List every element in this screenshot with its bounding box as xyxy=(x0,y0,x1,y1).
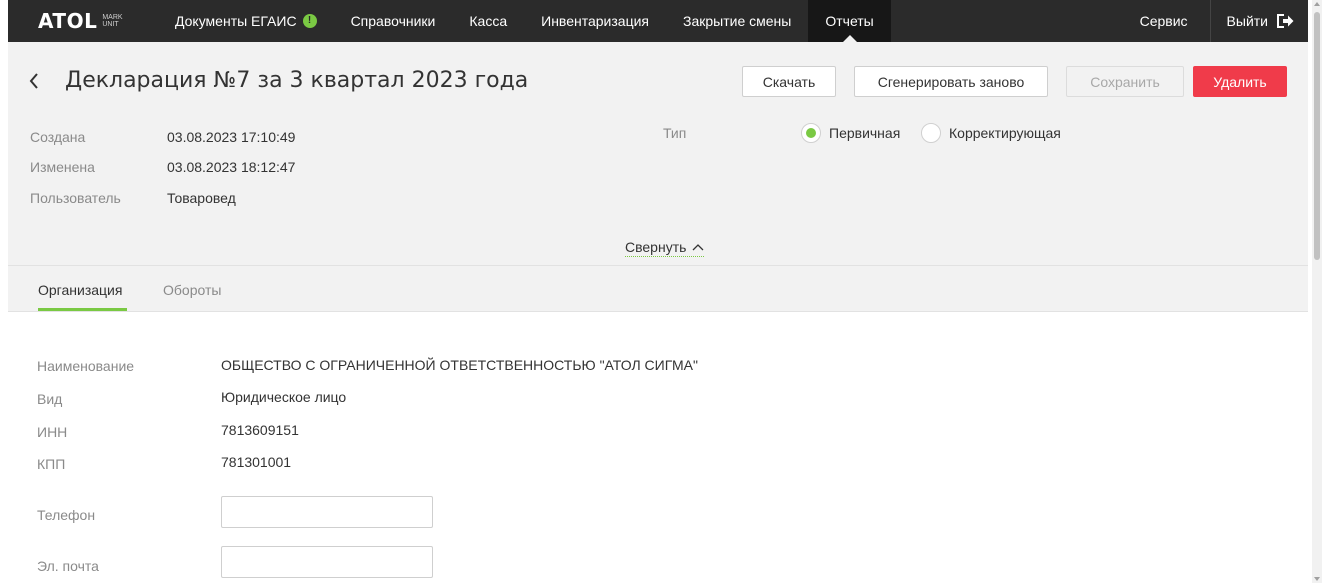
nav-item-label: Документы ЕГАИС xyxy=(175,13,297,29)
kind-value: Юридическое лицо xyxy=(221,389,347,405)
created-value: 03.08.2023 17:10:49 xyxy=(167,129,296,145)
modified-value: 03.08.2023 18:12:47 xyxy=(167,159,296,175)
logout-icon xyxy=(1276,13,1294,29)
collapse-label: Свернуть xyxy=(625,239,687,255)
kpp-label: КПП xyxy=(37,456,66,472)
delete-button[interactable]: Удалить xyxy=(1193,66,1287,97)
nav-item-reports[interactable]: Отчеты xyxy=(808,0,891,42)
tab-organization[interactable]: Организация xyxy=(38,282,122,298)
radio-primary[interactable]: Первичная xyxy=(801,123,900,143)
inn-label: ИНН xyxy=(37,424,68,440)
modified-label: Изменена xyxy=(30,159,95,175)
nav-item-cashbox[interactable]: Касса xyxy=(452,0,524,42)
chevron-up-icon xyxy=(692,243,704,251)
radio-label: Корректирующая xyxy=(949,125,1061,141)
nav-item-label: Сервис xyxy=(1139,13,1188,29)
logo-subtitle: MARK UNIT xyxy=(102,14,123,28)
inn-value: 7813609151 xyxy=(221,422,299,438)
logout-button[interactable]: Выйти xyxy=(1211,0,1308,42)
user-label: Пользователь xyxy=(30,190,121,206)
email-label: Эл. почта xyxy=(37,558,99,574)
created-label: Создана xyxy=(30,129,86,145)
logout-label: Выйти xyxy=(1226,13,1268,29)
active-tab-indicator xyxy=(38,308,127,311)
save-button[interactable]: Сохранить xyxy=(1066,66,1184,97)
scroll-thumb[interactable] xyxy=(1314,12,1320,260)
phone-label: Телефон xyxy=(37,507,96,523)
nav-item-label: Отчеты xyxy=(825,13,874,29)
email-input[interactable] xyxy=(221,546,433,578)
logo-mark: ATOL xyxy=(38,9,98,33)
tab-turnover[interactable]: Обороты xyxy=(163,282,221,298)
tab-bar: Организация Обороты xyxy=(8,266,1308,312)
nav-item-label: Касса xyxy=(469,13,508,29)
collapse-toggle[interactable]: Свернуть xyxy=(625,239,705,257)
kind-label: Вид xyxy=(37,391,63,407)
nav-item-label: Инвентаризация xyxy=(541,13,649,29)
nav-item-label: Закрытие смены xyxy=(683,13,792,29)
type-label: Тип xyxy=(663,125,687,141)
nav-item-label: Справочники xyxy=(350,13,436,29)
nav-item-service[interactable]: Сервис xyxy=(1118,0,1210,42)
radio-corrective[interactable]: Корректирующая xyxy=(921,123,1061,143)
scroll-up-icon[interactable] xyxy=(1314,2,1320,6)
nav-item-directories[interactable]: Справочники xyxy=(334,0,453,42)
regenerate-button[interactable]: Сгенерировать заново xyxy=(854,66,1048,97)
kpp-value: 781301001 xyxy=(221,454,292,470)
user-value: Товаровед xyxy=(167,190,236,206)
page-scrollbar[interactable] xyxy=(1312,0,1322,583)
organization-panel: Наименование ОБЩЕСТВО С ОГРАНИЧЕННОЙ ОТВ… xyxy=(8,312,1308,583)
atol-logo[interactable]: ATOL MARK UNIT xyxy=(8,0,158,42)
back-arrow-icon[interactable] xyxy=(28,72,40,90)
name-label: Наименование xyxy=(37,358,135,374)
nav-item-inventory[interactable]: Инвентаризация xyxy=(524,0,666,42)
declaration-header: Декларация №7 за 3 квартал 2023 года Ска… xyxy=(8,42,1308,266)
phone-input[interactable] xyxy=(221,496,433,528)
radio-label: Первичная xyxy=(829,125,901,141)
top-navbar: ATOL MARK UNIT Документы ЕГАИС ! Справоч… xyxy=(8,0,1308,42)
alert-badge-icon: ! xyxy=(302,14,317,28)
page-title: Декларация №7 за 3 квартал 2023 года xyxy=(65,68,529,93)
name-value: ОБЩЕСТВО С ОГРАНИЧЕННОЙ ОТВЕТСТВЕННОСТЬЮ… xyxy=(221,357,698,373)
nav-item-shift-closing[interactable]: Закрытие смены xyxy=(666,0,808,42)
download-button[interactable]: Скачать xyxy=(742,66,836,97)
radio-unchecked-icon xyxy=(921,123,941,143)
nav-item-egais-documents[interactable]: Документы ЕГАИС ! xyxy=(158,0,334,42)
radio-checked-icon xyxy=(801,123,821,143)
scroll-down-icon[interactable] xyxy=(1314,577,1320,581)
